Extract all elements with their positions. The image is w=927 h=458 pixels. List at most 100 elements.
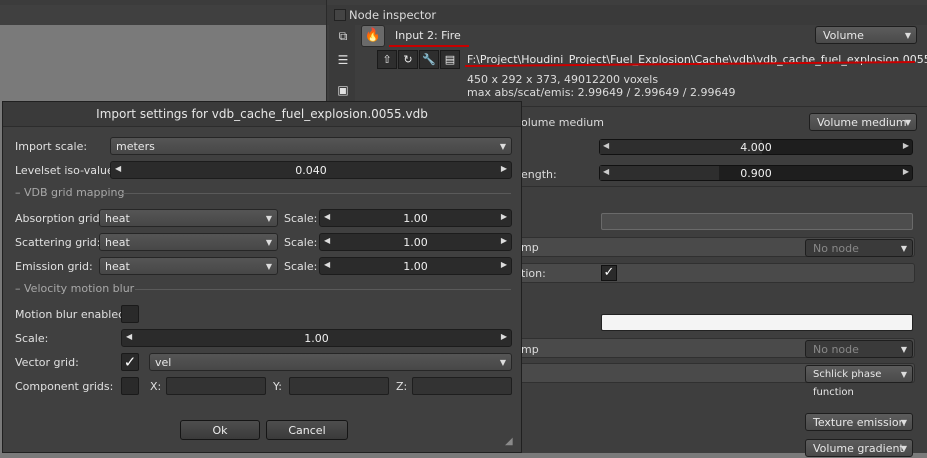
background-bar	[0, 5, 326, 25]
motion-blur-checkbox[interactable]	[121, 305, 139, 323]
volume-medium-dropdown[interactable]: Volume medium ▼	[809, 113, 917, 131]
emission-label: Emission grid:	[15, 260, 93, 273]
scattering-scale-label: Scale:	[284, 236, 318, 249]
volume-medium-label: olume medium	[521, 116, 604, 129]
emission-scale-value: 1.00	[403, 260, 428, 273]
right-arrow-icon[interactable]: ▶	[501, 260, 507, 269]
levelset-value: 0.040	[295, 164, 327, 177]
inspector-title: Node inspector	[349, 8, 437, 22]
absorption-scale-label: Scale:	[284, 212, 318, 225]
image-icon[interactable]: ▣	[335, 83, 351, 97]
vector-grid-label: Vector grid:	[15, 356, 79, 369]
import-scale-dropdown[interactable]: meters ▼	[110, 137, 512, 155]
blur-scale-value: 1.00	[304, 332, 329, 345]
section-blur-text: Velocity motion blur	[24, 282, 135, 295]
right-arrow-icon[interactable]: ▶	[501, 332, 507, 341]
mp-label: mp	[521, 241, 539, 254]
option-row	[507, 263, 915, 283]
white-color-field[interactable]	[601, 314, 913, 331]
right-arrow-icon[interactable]: ▶	[501, 164, 507, 173]
no-node-dropdown[interactable]: No node ▼	[805, 239, 913, 257]
nodes-icon[interactable]: ⧉	[335, 29, 351, 43]
x-label: X:	[150, 380, 162, 393]
absorption-value: heat	[105, 212, 130, 225]
chevron-down-icon: ▼	[499, 358, 506, 367]
section-grid-title: – VDB grid mapping	[15, 186, 125, 199]
emission-scale-slider[interactable]: ◀ 1.00 ▶	[319, 257, 512, 275]
import-scale-label: Import scale:	[15, 140, 88, 153]
absorption-dropdown[interactable]: heat ▼	[99, 209, 278, 227]
slider-value: 4.000	[740, 141, 772, 154]
chevron-down-icon: ▼	[265, 238, 272, 247]
maxabs-info: max abs/scat/emis: 2.99649 / 2.99649 / 2…	[467, 86, 736, 99]
no-node-value: No node	[813, 343, 859, 356]
length-label: ength:	[521, 168, 557, 181]
resize-grip-icon[interactable]: ◢	[505, 436, 519, 450]
import-scale-value: meters	[116, 140, 155, 153]
volume-medium-value: Volume medium	[817, 116, 907, 129]
tion-label: tion:	[521, 267, 546, 280]
inspector-checkbox[interactable]	[334, 9, 346, 21]
chevron-down-icon: ▼	[900, 345, 907, 354]
input-type-dropdown[interactable]: Volume ▼	[815, 26, 917, 44]
fire-node-icon[interactable]: 🔥	[361, 25, 385, 47]
mp-label-2: mp	[521, 343, 539, 356]
upload-icon[interactable]: ⇧	[377, 50, 397, 69]
no-node-value: No node	[813, 242, 859, 255]
blur-scale-label: Scale:	[15, 332, 49, 345]
z-label: Z:	[396, 380, 408, 393]
emission-scale-label: Scale:	[284, 260, 318, 273]
scattering-scale-slider[interactable]: ◀ 1.00 ▶	[319, 233, 512, 251]
chevron-down-icon: ▼	[900, 370, 907, 379]
phase-function-dropdown[interactable]: Schlick phase function ▼	[805, 365, 913, 398]
scattering-label: Scattering grid:	[15, 236, 101, 249]
chevron-down-icon: ▼	[265, 214, 272, 223]
levelset-label: Levelset iso-value:	[15, 164, 118, 177]
input-label: Input 2: Fire	[395, 29, 461, 42]
motion-blur-label: Motion blur enabled:	[15, 308, 129, 321]
z-grid-field[interactable]	[412, 377, 512, 395]
absorption-scale-slider[interactable]: ◀ 1.00 ▶	[319, 209, 512, 227]
wrench-icon[interactable]: 🔧	[419, 50, 439, 69]
section-divider	[121, 193, 511, 194]
reload-icon[interactable]: ↻	[398, 50, 418, 69]
component-grids-label: Component grids:	[15, 380, 114, 393]
color-field[interactable]	[601, 213, 913, 230]
import-settings-dialog: Import settings for vdb_cache_fuel_explo…	[2, 101, 522, 453]
no-node-dropdown-2[interactable]: No node ▼	[805, 340, 913, 358]
cancel-button[interactable]: Cancel	[266, 420, 348, 440]
section-divider	[135, 289, 511, 290]
density-slider[interactable]: ◀ 4.000 ▶	[599, 139, 913, 155]
chevron-down-icon: ▼	[904, 31, 911, 40]
right-arrow-icon[interactable]: ▶	[903, 141, 909, 150]
levelset-slider[interactable]: ◀ 0.040 ▶	[110, 161, 512, 179]
scattering-dropdown[interactable]: heat ▼	[99, 233, 278, 251]
chevron-down-icon: ▼	[900, 244, 907, 253]
vector-grid-dropdown[interactable]: vel ▼	[149, 353, 512, 371]
slider-value: 0.900	[740, 167, 772, 180]
component-grids-checkbox[interactable]	[121, 377, 139, 395]
emission-dropdown[interactable]: Texture emission ▼	[805, 413, 913, 431]
emission-dropdown[interactable]: heat ▼	[99, 257, 278, 275]
right-arrow-icon[interactable]: ▶	[501, 236, 507, 245]
section-grid-text: VDB grid mapping	[24, 186, 125, 199]
film-icon[interactable]: ▤	[440, 50, 460, 69]
chevron-down-icon: ▼	[904, 118, 911, 127]
scattering-scale-value: 1.00	[403, 236, 428, 249]
phase-function-value: Schlick phase function	[813, 369, 882, 398]
right-arrow-icon[interactable]: ▶	[501, 212, 507, 221]
blur-scale-slider[interactable]: ◀ 1.00 ▶	[121, 329, 512, 347]
chevron-down-icon: ▼	[265, 262, 272, 271]
chevron-down-icon: ▼	[900, 418, 907, 427]
vector-grid-checkbox[interactable]: ✓	[121, 353, 139, 371]
checked-checkbox[interactable]: ✓	[601, 265, 617, 281]
x-grid-field[interactable]	[166, 377, 266, 395]
absorption-scale-value: 1.00	[403, 212, 428, 225]
ok-button[interactable]: Ok	[180, 420, 260, 440]
dialog-title: Import settings for vdb_cache_fuel_explo…	[3, 102, 521, 127]
right-arrow-icon[interactable]: ▶	[903, 167, 909, 176]
y-grid-field[interactable]	[289, 377, 389, 395]
list-icon[interactable]: ☰	[335, 53, 351, 67]
step-length-slider[interactable]: ◀ 0.900 ▶	[599, 165, 913, 181]
gradient-dropdown[interactable]: Volume gradient ▼	[805, 439, 913, 457]
